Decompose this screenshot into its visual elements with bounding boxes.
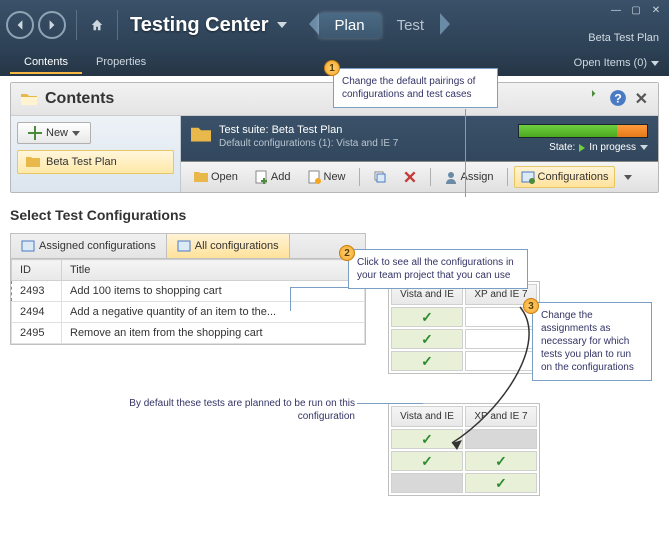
- matrix-cell[interactable]: [391, 473, 463, 493]
- suite-subtitle: Default configurations (1): Vista and IE…: [219, 138, 398, 149]
- state-value: In progess: [589, 142, 636, 153]
- play-icon: [579, 144, 585, 152]
- delete-button[interactable]: [396, 166, 424, 188]
- badge-2: 2: [339, 245, 355, 261]
- tab-next-button[interactable]: [440, 13, 452, 38]
- badge-3: 3: [523, 298, 539, 314]
- subtab-contents[interactable]: Contents: [10, 52, 82, 74]
- tab-test[interactable]: Test: [381, 13, 441, 38]
- matrix-cell[interactable]: ✓: [391, 451, 463, 471]
- table-row[interactable]: 2495Remove an item from the shopping car…: [12, 323, 365, 344]
- callout-2: Click to see all the configurations in y…: [348, 249, 528, 289]
- tree-item-label: Beta Test Plan: [46, 156, 117, 168]
- callout-3: Change the assignments as necessary for …: [532, 302, 652, 381]
- copy-button[interactable]: [366, 166, 394, 188]
- open-button[interactable]: Open: [187, 166, 245, 188]
- new-button[interactable]: New: [300, 166, 353, 188]
- tab-plan[interactable]: Plan: [319, 13, 381, 38]
- back-button[interactable]: [6, 11, 34, 39]
- select-configs-title: Select Test Configurations: [10, 207, 659, 223]
- check-icon: ✓: [421, 309, 433, 325]
- suite-title: Test suite: Beta Test Plan: [219, 124, 398, 136]
- add-button[interactable]: Add: [247, 166, 298, 188]
- check-icon: ✓: [421, 453, 433, 469]
- suite-icon: [191, 124, 211, 144]
- tab-prev-button[interactable]: [307, 13, 319, 38]
- default-config-note: By default these tests are planned to be…: [125, 397, 355, 423]
- configurations-button[interactable]: Configurations: [514, 166, 616, 188]
- open-items-label: Open Items (0): [574, 57, 647, 69]
- check-icon: ✓: [495, 475, 507, 491]
- minimize-button[interactable]: —: [609, 4, 623, 16]
- plan-name: Beta Test Plan: [588, 32, 659, 44]
- panel-title: Contents: [45, 90, 114, 108]
- col-title[interactable]: Title: [62, 260, 365, 281]
- detail-pane: Test suite: Beta Test Plan Default confi…: [181, 116, 658, 192]
- matrix-cell[interactable]: ✓: [465, 473, 537, 493]
- new-suite-button[interactable]: New: [17, 122, 91, 144]
- subtab-properties[interactable]: Properties: [82, 52, 160, 74]
- assign-button[interactable]: Assign: [437, 166, 501, 188]
- badge-1: 1: [324, 60, 340, 76]
- table-row[interactable]: 2494Add a negative quantity of an item t…: [12, 302, 365, 323]
- config-icon: [21, 239, 35, 253]
- configurations-dropdown[interactable]: [617, 171, 639, 184]
- refresh-button[interactable]: [583, 89, 601, 107]
- config-box: Assigned configurations All configuratio…: [10, 233, 366, 345]
- progress-bar: [518, 124, 648, 138]
- state-dropdown[interactable]: [640, 145, 648, 150]
- folder-icon: [21, 92, 37, 106]
- home-button[interactable]: [83, 11, 111, 39]
- leader-line: [357, 403, 423, 404]
- leader-line: [465, 109, 466, 197]
- callout-1: Change the default pairings of configura…: [333, 68, 498, 108]
- tree-item-root[interactable]: Beta Test Plan: [17, 150, 174, 174]
- svg-text:?: ?: [614, 92, 622, 106]
- tab-all-configs[interactable]: All configurations: [167, 234, 290, 258]
- check-icon: ✓: [421, 431, 433, 447]
- test-cases-table: ID Title 2493Add 100 items to shopping c…: [11, 259, 365, 344]
- panel-close-button[interactable]: ✕: [635, 89, 648, 109]
- suite-toolbar: Open Add New Assign Configurations: [181, 161, 658, 192]
- app-title: Testing Center: [130, 14, 269, 37]
- maximize-button[interactable]: ▢: [629, 4, 643, 16]
- check-icon: ✓: [495, 453, 507, 469]
- suite-icon: [26, 155, 40, 169]
- col-id[interactable]: ID: [12, 260, 62, 281]
- forward-button[interactable]: [38, 11, 66, 39]
- open-items-dropdown[interactable]: Open Items (0): [574, 57, 659, 69]
- title-dropdown[interactable]: [277, 19, 287, 31]
- tab-assigned-configs[interactable]: Assigned configurations: [11, 234, 167, 258]
- check-icon: ✓: [421, 353, 433, 369]
- new-label: New: [46, 127, 68, 139]
- matrix-cell[interactable]: ✓: [465, 451, 537, 471]
- config-icon: [177, 239, 191, 253]
- leader-line: [290, 287, 291, 311]
- leader-line: [290, 287, 348, 288]
- table-row[interactable]: 2493Add 100 items to shopping cart: [12, 281, 365, 302]
- tree-pane: New Beta Test Plan: [11, 116, 181, 192]
- divider: [117, 10, 118, 40]
- divider: [76, 10, 77, 40]
- help-button[interactable]: ?: [609, 89, 627, 107]
- state-label: State:: [549, 142, 575, 153]
- close-button[interactable]: ✕: [649, 4, 663, 16]
- check-icon: ✓: [421, 331, 433, 347]
